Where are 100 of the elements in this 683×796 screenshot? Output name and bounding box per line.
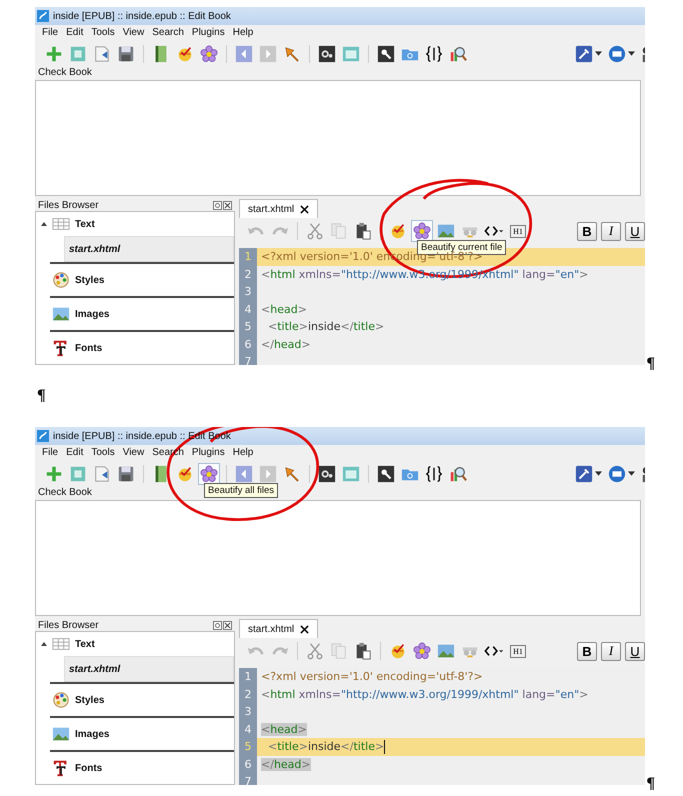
clipboard-icon — [354, 642, 372, 660]
braces-icon — [425, 464, 443, 482]
line-number: 1 — [239, 668, 257, 686]
code-line: <title>inside</title> — [266, 740, 384, 754]
wrench-icon — [575, 464, 593, 482]
heading-button[interactable]: H1 — [507, 640, 529, 662]
image-icon — [437, 642, 455, 660]
magnifier-report-icon — [449, 464, 467, 482]
float-icon[interactable] — [213, 200, 222, 210]
power-icon — [608, 44, 626, 62]
pin-icon — [283, 44, 301, 62]
dropdown-caret-icon — [595, 471, 602, 476]
menu-item[interactable]: View — [122, 27, 144, 38]
dropdown-caret-icon — [628, 471, 635, 476]
format-button[interactable]: I — [601, 222, 621, 240]
panel-title: Files Browser — [38, 200, 99, 210]
menu-item[interactable]: Help — [232, 447, 254, 458]
tree-item[interactable]: Fonts — [75, 342, 102, 354]
line-number: 5 — [239, 738, 257, 756]
file-tab[interactable]: start.xhtml — [239, 199, 318, 218]
menu-item[interactable]: Tools — [91, 27, 115, 38]
close-icon[interactable] — [300, 624, 310, 634]
save-icon — [117, 464, 135, 482]
menu-item[interactable]: Tools — [91, 447, 115, 458]
power-icon — [608, 464, 626, 482]
gear-icon — [318, 464, 336, 482]
flower-icon — [413, 642, 431, 660]
tree-item[interactable]: Styles — [75, 274, 104, 286]
expand-arrow-icon[interactable] — [41, 641, 47, 647]
app-icon — [37, 10, 49, 22]
heading-button[interactable]: H1 — [507, 220, 529, 242]
braces-icon — [425, 44, 443, 62]
format-button[interactable]: B — [577, 642, 597, 660]
line-number: 7 — [239, 353, 257, 365]
float-icon[interactable] — [213, 620, 222, 630]
paragraph-mark: ¶ — [646, 355, 655, 373]
dropdown-caret-icon — [628, 51, 635, 56]
checkmark-bowl-icon — [389, 642, 407, 660]
close-icon[interactable] — [300, 204, 310, 214]
wrench-icon — [575, 44, 593, 62]
menu-item[interactable]: File — [42, 27, 58, 38]
tree-item[interactable]: Images — [75, 728, 110, 740]
magnifier-report-icon — [449, 44, 467, 62]
menu-item[interactable]: Plugins — [192, 27, 225, 38]
line-number: 2 — [239, 686, 257, 703]
toolbar-button[interactable] — [411, 220, 433, 242]
search-icon — [377, 44, 395, 62]
flower-icon — [200, 44, 218, 62]
checkmark-bowl-icon — [389, 222, 407, 240]
menu-item[interactable]: Edit — [66, 447, 84, 458]
checkmark-bowl-icon — [176, 464, 194, 482]
search-icon — [377, 464, 395, 482]
code-editor[interactable]: 1 <?xml version='1.0' encoding='utf-8'?> 2 <html xmlns="http://www.w3.org/1999/xhtml" lang="en"> 3 4 <head> 5 <title>inside</title> 6 </head> 7 — [239, 668, 645, 785]
line-number: 6 — [239, 336, 257, 353]
tree-item[interactable]: Images — [75, 308, 110, 320]
line-number: 3 — [239, 703, 257, 720]
file-tab[interactable]: start.xhtml — [239, 619, 318, 638]
gear-icon — [318, 44, 336, 62]
document-entry[interactable]: start.xhtml — [64, 236, 234, 262]
redo-icon — [271, 646, 289, 656]
undo-icon — [247, 226, 265, 236]
line-number: 2 — [239, 266, 257, 283]
save-icon — [117, 44, 135, 62]
expand-arrow-icon[interactable] — [41, 221, 47, 227]
menu-item[interactable]: View — [122, 447, 144, 458]
document-entry[interactable]: start.xhtml — [64, 656, 234, 682]
line-number: 4 — [239, 720, 257, 738]
tooltip: Beautify all files — [204, 482, 278, 498]
menu-item[interactable]: File — [42, 447, 58, 458]
format-button[interactable]: I — [601, 642, 621, 660]
code-line: <html xmlns="http://www.w3.org/1999/xhtml" lang="en"> — [261, 688, 588, 701]
flower-icon — [413, 222, 431, 240]
paragraph-mark: ¶ — [37, 387, 46, 405]
tree-item[interactable]: Fonts — [75, 762, 102, 774]
format-button[interactable]: B — [577, 222, 597, 240]
pin-icon — [283, 464, 301, 482]
line-number: 5 — [239, 318, 257, 336]
close-icon[interactable] — [223, 200, 232, 210]
menu-item[interactable]: Edit — [66, 27, 84, 38]
format-button[interactable]: U — [625, 642, 645, 660]
grid-icon — [52, 635, 70, 653]
checkmark-bowl-icon — [176, 44, 194, 62]
tree-item[interactable]: Text — [75, 218, 95, 230]
scissors-icon — [306, 642, 324, 660]
page-icon — [69, 44, 87, 62]
flower-icon — [200, 464, 218, 482]
close-icon[interactable] — [223, 620, 232, 630]
copy-icon — [330, 642, 348, 660]
tree-item[interactable]: Text — [75, 638, 95, 650]
menu-item[interactable]: Help — [232, 27, 254, 38]
tree-item[interactable]: Styles — [75, 694, 104, 706]
line-number: 3 — [239, 283, 257, 300]
plus-icon — [45, 44, 63, 62]
copy-icon — [330, 222, 348, 240]
toolbar-button[interactable] — [198, 462, 220, 484]
menu-item[interactable]: Plugins — [192, 447, 225, 458]
line-number: 7 — [239, 773, 257, 785]
format-button[interactable]: U — [625, 222, 645, 240]
menu-item[interactable]: Search — [152, 27, 184, 38]
palette-icon — [52, 271, 70, 289]
